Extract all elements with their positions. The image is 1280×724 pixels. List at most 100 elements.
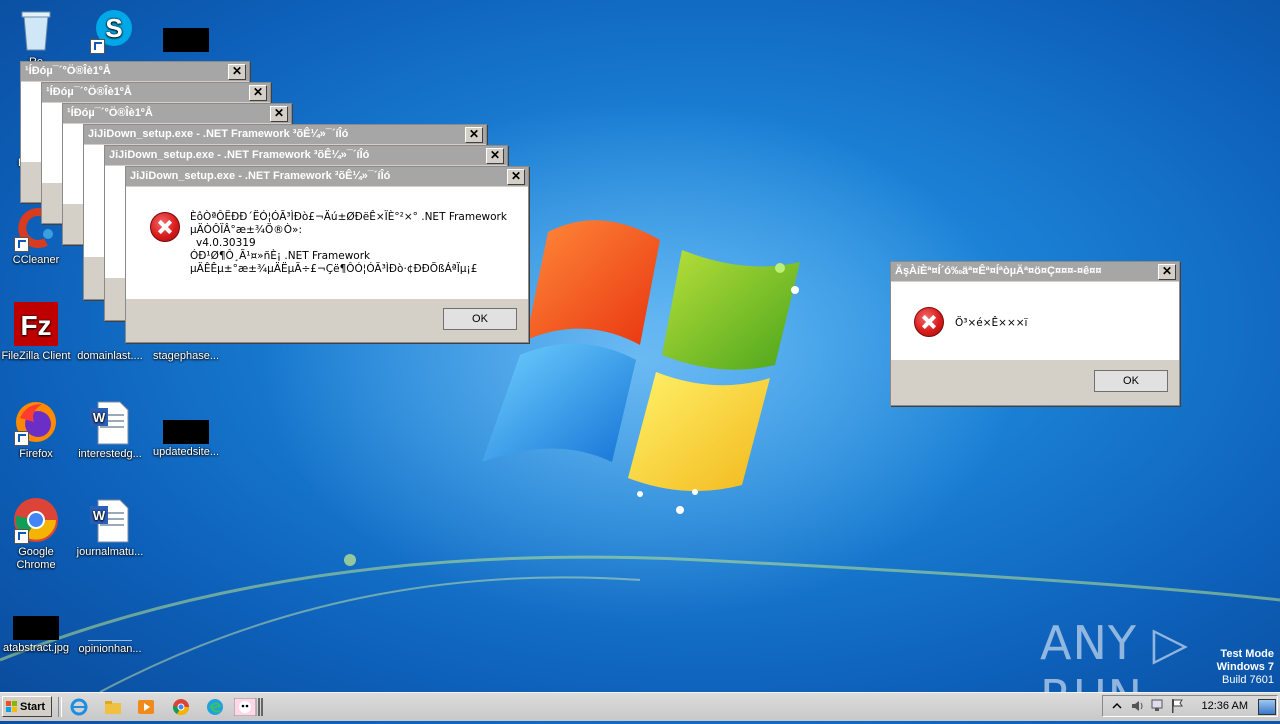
word-document-icon: W: [86, 496, 134, 544]
updatedsite-file-icon[interactable]: updatedsite...: [150, 420, 222, 459]
required-version: v4.0.30319: [196, 237, 256, 249]
dialog-title: ¹ÍÐóµ¯´°Ö®Îè1ºÅ: [67, 107, 153, 119]
dialog-titlebar[interactable]: ¹ÍÐóµ¯´°Ö®Îè1ºÅ ✕: [42, 83, 270, 102]
start-button[interactable]: Start: [2, 696, 52, 717]
message-line: µÄÒÔÏÂ°æ±¾Ö®Ò»:: [190, 224, 303, 236]
firefox-icon[interactable]: Firefox: [0, 398, 72, 461]
dialog-titlebar[interactable]: JiJiDown_setup.exe - .NET Framework ³õÊ¼…: [105, 146, 507, 165]
desktop-icon-label: updatedsite...: [152, 446, 220, 458]
filezilla-icon-image: Fz: [12, 300, 60, 348]
dialog-titlebar[interactable]: ¹ÍÐóµ¯´°Ö®Îè1ºÅ ✕: [63, 104, 291, 123]
error-icon: [914, 307, 944, 337]
action-center-flag-icon[interactable]: [1170, 698, 1184, 714]
tray-separator: [1102, 695, 1278, 717]
close-button[interactable]: ✕: [486, 148, 504, 164]
word-document-icon: W: [86, 398, 134, 446]
start-label: Start: [20, 701, 46, 713]
net-framework-error-dialog[interactable]: JiJiDown_setup.exe - .NET Framework ³õÊ¼…: [125, 166, 529, 343]
show-hidden-icons-chevron-icon[interactable]: [1112, 701, 1122, 711]
desktop-icon-label: atabstract.jpg: [2, 642, 70, 654]
internet-explorer-icon[interactable]: [70, 698, 88, 716]
clock[interactable]: 12:36 AM: [1202, 700, 1248, 712]
interestedg-word-doc-icon[interactable]: W interestedg...: [74, 398, 146, 461]
hidden-file-icon[interactable]: [150, 28, 222, 54]
windows-logo-icon: [6, 701, 17, 712]
svg-text:W: W: [93, 508, 106, 523]
journalmatu-word-doc-icon[interactable]: W journalmatu...: [74, 496, 146, 559]
dialog-title: JiJiDown_setup.exe - .NET Framework ³õÊ¼…: [130, 170, 391, 182]
recycle-bin-icon[interactable]: Re: [0, 6, 72, 69]
close-button[interactable]: ✕: [507, 169, 525, 185]
dialog-body: Ö³×é×Ê×××ï: [891, 282, 1179, 360]
volume-icon[interactable]: [1130, 699, 1146, 713]
error-dialog-right[interactable]: ÄşÀíÈª¤Í´ó‰äª¤Êª¤ÍªòµÄª¤ö¤Ç¤¤¤-¤ê¤¤ ✕ Ö³×…: [890, 261, 1180, 406]
ok-button[interactable]: OK: [1094, 370, 1168, 392]
network-icon[interactable]: [1150, 698, 1166, 714]
svg-text:W: W: [93, 410, 106, 425]
desktop-icon-label: Firefox: [19, 448, 53, 460]
message-line: ÈôÒªÔËÐÐ´ËÓ¦ÓÃ³ÌÐò£¬Äú±ØÐëÊ×ÏÈ°²×° .NET …: [190, 211, 507, 223]
skype-shortcut-icon[interactable]: S: [76, 6, 148, 56]
dialog-title: ÄşÀíÈª¤Í´ó‰äª¤Êª¤ÍªòµÄª¤ö¤Ç¤¤¤-¤ê¤¤: [895, 265, 1102, 277]
chrome-taskbar-icon[interactable]: [172, 698, 190, 716]
file-thumbnail-icon: [88, 616, 132, 641]
shortcut-arrow-icon: [14, 431, 29, 446]
shortcut-arrow-icon: [14, 237, 29, 252]
show-desktop-button[interactable]: [1258, 699, 1276, 715]
message-line: ÓÐ¹Ø¶Ô¸Ã¹¤»ñÈ¡ .NET Framework: [190, 250, 371, 262]
error-icon: [150, 212, 180, 242]
svg-text:S: S: [105, 13, 122, 43]
dialog-titlebar[interactable]: ÄşÀíÈª¤Í´ó‰äª¤Êª¤ÍªòµÄª¤ö¤Ç¤¤¤-¤ê¤¤ ✕: [891, 262, 1179, 281]
dialog-title: ¹ÍÐóµ¯´°Ö®Îè1ºÅ: [25, 65, 111, 77]
ok-button[interactable]: OK: [443, 308, 517, 330]
black-thumbnail-icon: [13, 616, 59, 640]
desktop-icon-label: journalmatu...: [76, 546, 144, 558]
firefox-icon-image: [12, 398, 60, 446]
media-player-icon[interactable]: [137, 698, 155, 716]
dialog-title: JiJiDown_setup.exe - .NET Framework ³õÊ¼…: [109, 149, 370, 161]
test-mode-label: Test Mode: [1220, 648, 1274, 660]
recycle-bin-icon-image: [12, 6, 60, 54]
jijidown-app-icon[interactable]: [234, 698, 264, 716]
svg-text:Fz: Fz: [20, 310, 51, 341]
close-button[interactable]: ✕: [465, 127, 483, 143]
taskbar-separator: [58, 697, 62, 717]
close-button[interactable]: ✕: [249, 85, 267, 101]
edge-icon[interactable]: [206, 698, 224, 716]
dialog-titlebar[interactable]: ¹ÍÐóµ¯´°Ö®Îè1ºÅ ✕: [21, 62, 249, 81]
dialog-titlebar[interactable]: JiJiDown_setup.exe - .NET Framework ³õÊ¼…: [84, 125, 486, 144]
desktop-icon-label: FileZilla Client: [1, 350, 71, 362]
filezilla-icon[interactable]: Fz FileZilla Client: [0, 300, 72, 363]
build-label: Build 7601: [1222, 674, 1274, 686]
error-message: ÈôÒªÔËÐÐ´ËÓ¦ÓÃ³ÌÐò£¬Äú±ØÐëÊ×ÏÈ°²×° .NET …: [190, 211, 507, 276]
system-tray: 12:36 AM: [1102, 695, 1280, 719]
message-line: µÄÊÊµ±°æ±¾µÄËµÃ÷£¬Çë¶ÔÓ¦ÓÃ³ÌÐò·¢ÐÐÕßÁªÏµ…: [190, 263, 478, 275]
close-button[interactable]: ✕: [1158, 264, 1176, 280]
atabstract-image-icon[interactable]: atabstract.jpg: [0, 616, 72, 655]
desktop-icon-label: domainlast....: [77, 350, 143, 362]
taskbar: Start 12:36 AM: [0, 692, 1280, 721]
shortcut-arrow-icon: [14, 529, 29, 544]
dialog-body: ÈôÒªÔËÐÐ´ËÓ¦ÓÃ³ÌÐò£¬Äú±ØÐëÊ×ÏÈ°²×° .NET …: [126, 187, 528, 299]
close-button[interactable]: ✕: [270, 106, 288, 122]
test-mode-watermark: Test Mode Windows 7 Build 7601: [1217, 648, 1274, 687]
windows-version-label: Windows 7: [1216, 661, 1274, 673]
black-thumbnail-icon: [163, 420, 209, 444]
close-button[interactable]: ✕: [228, 64, 246, 80]
chrome-icon-image: [12, 496, 60, 544]
google-chrome-icon[interactable]: Google Chrome: [0, 496, 72, 572]
dialog-title: ¹ÍÐóµ¯´°Ö®Îè1ºÅ: [46, 86, 132, 98]
desktop-icon-label: stagephase...: [152, 350, 220, 362]
opinionhan-file-icon[interactable]: opinionhan...: [74, 616, 146, 656]
error-message: Ö³×é×Ê×××ï: [955, 317, 1028, 329]
dialog-titlebar[interactable]: JiJiDown_setup.exe - .NET Framework ³õÊ¼…: [126, 167, 528, 186]
shortcut-arrow-icon: [90, 39, 105, 54]
desktop-icon-label: opinionhan...: [78, 643, 142, 655]
desktop-icon-label: interestedg...: [78, 448, 142, 460]
desktop-icon-label: Google Chrome: [16, 546, 56, 571]
desktop-icon-label: CCleaner: [12, 254, 60, 266]
skype-icon: S: [88, 6, 136, 54]
dialog-title: JiJiDown_setup.exe - .NET Framework ³õÊ¼…: [88, 128, 349, 140]
file-explorer-icon[interactable]: [104, 698, 122, 716]
black-thumbnail-icon: [163, 28, 209, 52]
